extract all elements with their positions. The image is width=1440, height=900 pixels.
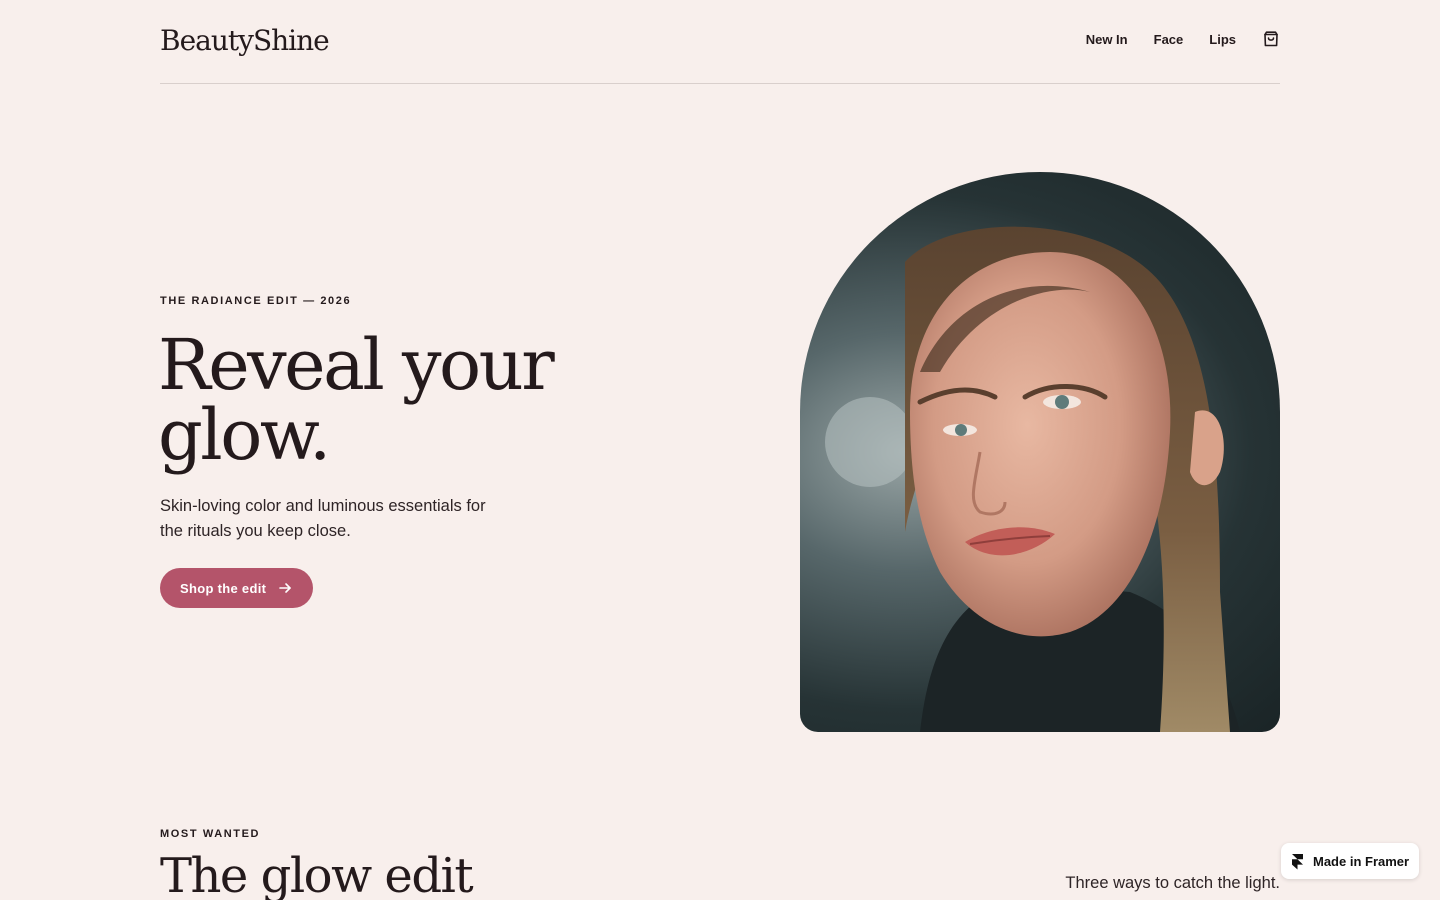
hero-subtitle: Skin-loving color and luminous essential… xyxy=(160,497,486,540)
hero-portrait-image xyxy=(800,172,1280,732)
hero-title: Reveal your glow. xyxy=(158,324,555,476)
shop-the-edit-button[interactable]: Shop the edit xyxy=(160,568,314,608)
nav-item-lips[interactable]: Lips xyxy=(1209,32,1236,47)
badge-label: Made in Framer xyxy=(1313,853,1410,869)
cta-label: Shop the edit xyxy=(180,580,267,596)
section-title: The glow edit xyxy=(160,848,474,900)
nav-item-new-in[interactable]: New In xyxy=(1086,32,1128,47)
framer-logo-icon xyxy=(1291,853,1304,870)
nav-item-face[interactable]: Face xyxy=(1154,32,1184,47)
brand-logo[interactable]: BeautyShine xyxy=(160,24,330,57)
page: BeautyShine New In Face Lips THE RADIANC… xyxy=(0,0,1440,900)
shopping-bag-icon[interactable] xyxy=(1262,30,1280,48)
section-subtitle: Three ways to catch the light. xyxy=(1065,874,1280,892)
section-eyebrow: MOST WANTED xyxy=(160,828,261,840)
made-in-framer-badge[interactable]: Made in Framer xyxy=(1281,843,1419,879)
hero-eyebrow: THE RADIANCE EDIT — 2026 xyxy=(160,295,352,307)
arrow-right-icon xyxy=(278,581,292,595)
site-header: BeautyShine New In Face Lips xyxy=(160,0,1280,84)
main-nav: New In Face Lips xyxy=(1086,30,1280,48)
